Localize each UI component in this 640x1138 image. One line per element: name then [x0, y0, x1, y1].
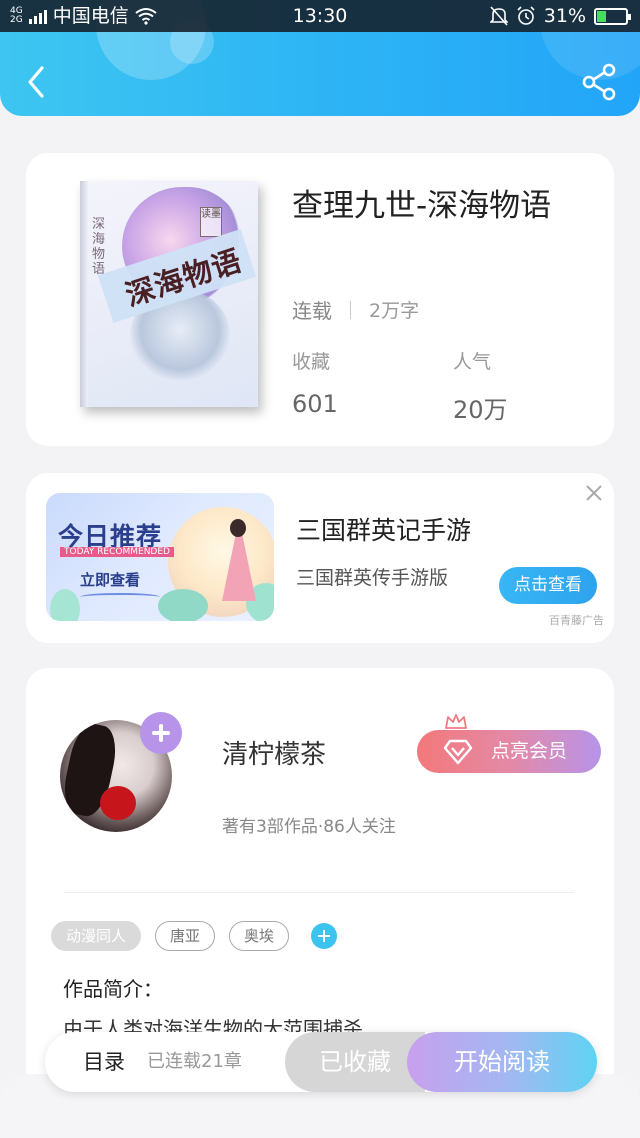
ad-card[interactable]: 今日推荐 TODAY RECOMMENDED 立即查看 三国群英记手游 三国群英… — [26, 473, 614, 643]
status-right: 31% — [489, 0, 631, 32]
battery-level — [597, 10, 606, 22]
book-status: 连载 — [292, 299, 332, 323]
book-meta: 连载 2万字 — [292, 295, 419, 324]
tag-item[interactable]: 唐亚 — [155, 921, 216, 951]
add-tag-icon[interactable] — [311, 923, 338, 949]
book-title: 查理九世-深海物语 — [292, 188, 552, 224]
cover-vertical-title: 深海物语 — [92, 217, 106, 277]
stat-value: 601 — [292, 390, 338, 418]
collect-button[interactable]: 已收藏 — [285, 1032, 425, 1092]
book-cover[interactable]: 深海物语 读墨 深海物语 — [80, 181, 258, 407]
tag-list: 动漫同人 唐亚 奥埃 — [51, 921, 338, 951]
tag-item[interactable]: 奥埃 — [229, 921, 290, 951]
ad-banner-cta: 立即查看 — [80, 571, 141, 589]
toc-button[interactable]: 目录 — [83, 1032, 125, 1092]
stat-popularity: 人气 20万 — [453, 347, 508, 425]
cover-spine — [80, 181, 88, 407]
ad-banner-figure-head — [230, 519, 246, 537]
ad-banner-subheadline: TODAY RECOMMENDED — [60, 547, 174, 557]
follow-author-button[interactable] — [140, 712, 182, 754]
tag-item[interactable]: 动漫同人 — [51, 921, 142, 951]
book-info-card: 深海物语 读墨 深海物语 查理九世-深海物语 连载 2万字 收藏 601 人气 … — [26, 153, 614, 446]
stat-favorites: 收藏 601 — [292, 347, 338, 418]
author-name[interactable]: 清柠檬茶 — [222, 734, 326, 771]
ad-banner-wave — [80, 593, 160, 601]
stat-value: 20万 — [453, 396, 508, 424]
stat-label: 人气 — [453, 351, 492, 373]
mute-bell-icon — [489, 6, 508, 26]
ad-view-button[interactable]: 点击查看 — [499, 567, 597, 604]
ad-banner-bush — [50, 589, 80, 621]
intro-label: 作品简介： — [63, 977, 163, 1001]
vip-membership-button[interactable]: 点亮会员 — [417, 730, 601, 773]
crown-icon — [445, 714, 467, 732]
ad-banner-bush — [158, 589, 208, 621]
avatar-accent — [100, 786, 136, 820]
chevron-left-icon[interactable] — [18, 60, 58, 104]
battery-icon — [594, 7, 631, 25]
stat-label: 收藏 — [292, 351, 331, 373]
diamond-icon — [443, 739, 473, 765]
alarm-icon — [517, 6, 535, 25]
divider — [64, 892, 574, 893]
close-icon[interactable] — [584, 483, 604, 503]
bottom-action-bar: 目录 已连载21章 已收藏 开始阅读 — [45, 1032, 597, 1092]
battery-percent: 31% — [543, 5, 586, 27]
ad-title: 三国群英记手游 — [296, 516, 472, 545]
cover-publisher-stamp: 读墨 — [200, 207, 222, 237]
share-icon[interactable] — [580, 62, 620, 102]
ad-banner-image[interactable]: 今日推荐 TODAY RECOMMENDED 立即查看 — [46, 493, 274, 621]
chapter-count: 已连载21章 — [147, 1051, 242, 1072]
book-word-count: 2万字 — [369, 300, 420, 322]
meta-divider — [350, 300, 351, 319]
ad-subtitle: 三国群英传手游版 — [296, 567, 449, 589]
ad-source-label: 百青藤广告 — [549, 614, 604, 627]
vip-button-label: 点亮会员 — [491, 740, 568, 762]
author-stats: 著有3部作品·86人关注 — [222, 817, 396, 837]
start-reading-button[interactable]: 开始阅读 — [407, 1032, 597, 1092]
status-bar: 4G 2G 中国电信 13:30 31% — [0, 0, 640, 32]
header-bar: 4G 2G 中国电信 13:30 31% — [0, 0, 640, 116]
